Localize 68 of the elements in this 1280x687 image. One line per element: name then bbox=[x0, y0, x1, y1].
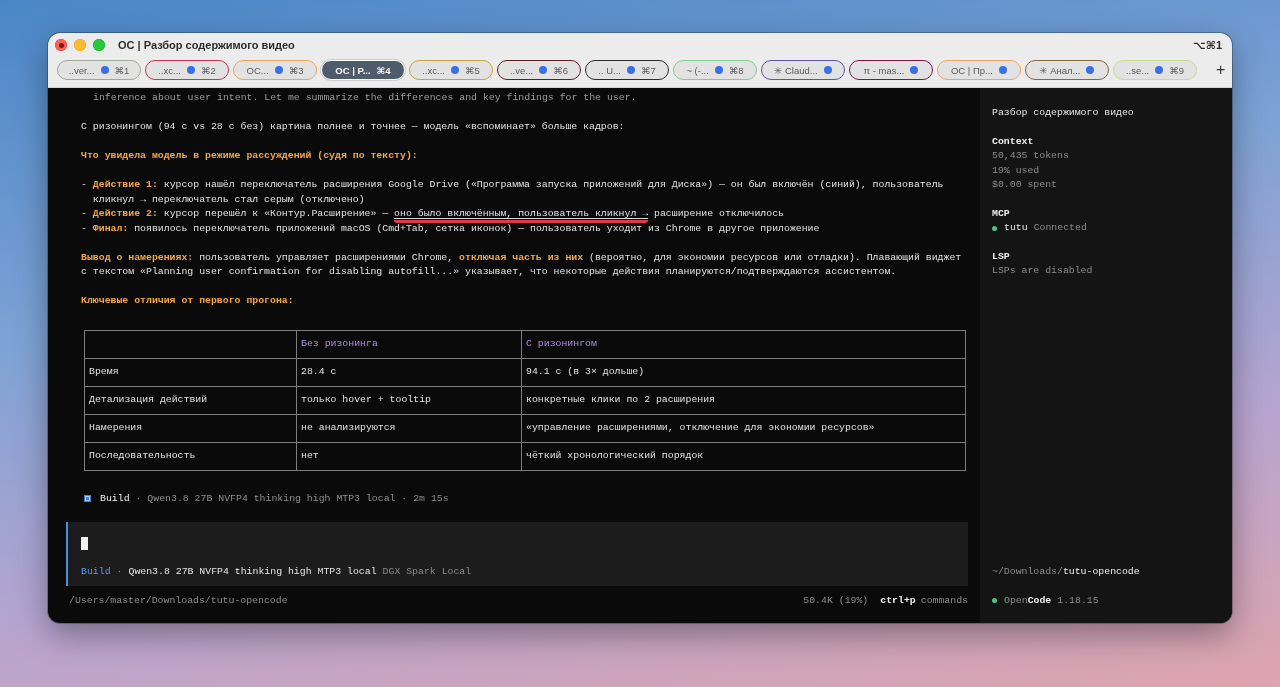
context-usage: 50.4K (19%) bbox=[803, 593, 869, 608]
tab[interactable]: OC... ⌘3 bbox=[233, 60, 317, 80]
working-directory: /Users/master/Downloads/tutu-opencode bbox=[69, 593, 288, 608]
app-name: OpenCode bbox=[1004, 593, 1052, 608]
minimize-button[interactable] bbox=[74, 39, 86, 51]
close-button[interactable] bbox=[55, 39, 67, 51]
zoom-button[interactable] bbox=[93, 39, 105, 51]
section-heading: Ключевые отличия от первого прогона: bbox=[81, 294, 295, 308]
thinking-text: inference about user intent. Let me summarize the differences and key findings for the user. bbox=[92, 91, 638, 105]
run-details: · Qwen3.8 27B NVFP4 thinking high MTP3 local · 2m 15s bbox=[135, 491, 449, 506]
server-status: Connected bbox=[1033, 221, 1087, 235]
tab[interactable]: ✳ Claud... bbox=[761, 60, 845, 80]
tab[interactable]: ..xc... ⌘5 bbox=[409, 60, 493, 80]
message-paragraph: Вывод о намерениях: пользователь управляет расширениями Chrome, отключая часть из них (вероятно, для экономии ресурсов или отладки). Плавающий виджет с текстом «Planning user confirmation for disabling autofill...» указывает, что некоторые действия планируются/подтверждаются ассистентом. bbox=[81, 250, 963, 279]
shortcut-key: ctrl+p bbox=[880, 593, 916, 609]
row-label: Последовательность bbox=[84, 442, 297, 470]
table-cell: нет bbox=[296, 442, 522, 470]
tab[interactable]: OC | Пр... bbox=[937, 60, 1021, 80]
column-header: С ризонингом bbox=[521, 330, 966, 358]
context-stat: 19% used bbox=[992, 163, 1040, 178]
provider-name: DGX Spark Local bbox=[382, 565, 472, 579]
square-icon bbox=[84, 495, 91, 503]
section-heading: Context bbox=[992, 134, 1034, 149]
agent-name: Build bbox=[81, 565, 111, 579]
context-stat: $0.00 spent bbox=[992, 178, 1057, 192]
section-heading: Что увидела модель в режиме рассуждений (судя по тексту): bbox=[81, 149, 419, 163]
tab[interactable]: ..se... ⌘9 bbox=[1113, 60, 1197, 80]
row-label: Намерения bbox=[84, 414, 297, 442]
message-paragraph: С ризонингом (94 с vs 28 с без) картина полнее и точнее — модель «вспоминает» больше кадров: bbox=[81, 120, 626, 134]
window-shortcut: ⌥⌘1 bbox=[1193, 38, 1222, 52]
column-header: Без ризонинга bbox=[296, 330, 522, 358]
tab[interactable]: .. U... ⌘7 bbox=[585, 60, 669, 80]
table-cell: чёткий хронологический порядок bbox=[521, 442, 966, 470]
new-tab-button[interactable]: + bbox=[1213, 61, 1229, 79]
table-cell: не анализируются bbox=[296, 414, 522, 442]
directory-path: ~/Downloads/tutu-opencode bbox=[992, 564, 1140, 579]
agent-name: Build bbox=[100, 491, 130, 506]
list-item: - Финал: появилось переключатель приложений macOS (Cmd+Tab, сетка иконок) — пользователь уходит из Chrome в другое приложение bbox=[81, 221, 821, 236]
tab[interactable]: OC | P... ⌘4 bbox=[321, 60, 405, 80]
model-name: Qwen3.8 27B NVFP4 thinking high MTP3 local bbox=[128, 565, 377, 579]
table-cell: 94.1 с (в 3× дольше) bbox=[521, 358, 966, 386]
separator: · bbox=[116, 565, 123, 579]
table-cell: конкретные клики по 2 расширения bbox=[521, 386, 966, 414]
section-heading: LSP bbox=[992, 249, 1010, 264]
shortcut-label: commands bbox=[920, 593, 968, 608]
tab[interactable]: ..ve... ⌘6 bbox=[497, 60, 581, 80]
list-item: - Действие 1: курсор нашёл переключатель расширения Google Drive («Программа запуска приложений для Диска») — он был включён (синий), пользователь кликнул → переключатель стал серым (отключено) bbox=[81, 178, 945, 207]
server-name: tutu bbox=[1004, 221, 1028, 235]
row-label: Детализация действий bbox=[84, 386, 297, 414]
table-cell: «управление расширениями, отключение для экономии ресурсов» bbox=[521, 414, 966, 442]
tab[interactable]: ✳ Анал... bbox=[1025, 60, 1109, 80]
table-cell: 28.4 с bbox=[296, 358, 522, 386]
tab[interactable]: ~ (-... ⌘8 bbox=[673, 60, 757, 80]
section-heading: MCP bbox=[992, 206, 1010, 221]
list-item: - Действие 2: курсор перешёл к «Контур.Расширение» — оно было включённым, пользователь кликнул → расширение отключилось bbox=[81, 207, 967, 222]
row-label: Время bbox=[84, 358, 297, 386]
session-title: Разбор содержимого видео bbox=[992, 107, 1134, 118]
text-cursor bbox=[81, 537, 88, 550]
app-version: 1.18.15 bbox=[1057, 593, 1099, 608]
lsp-status: LSPs are disabled bbox=[992, 264, 1093, 278]
tab[interactable]: ..ver... ⌘1 bbox=[57, 60, 141, 80]
context-stat: 50,435 tokens bbox=[992, 149, 1069, 163]
tab[interactable]: ..xc... ⌘2 bbox=[145, 60, 229, 80]
table-cell: только hover + tooltip bbox=[296, 386, 522, 414]
status-dot bbox=[992, 598, 997, 604]
window-title: OC | Разбор содержимого видео bbox=[118, 39, 295, 51]
tab[interactable]: π - mas... bbox=[849, 60, 933, 80]
prompt-input[interactable]: Build · Qwen3.8 27B NVFP4 thinking high MTP3 local DGX Spark Local bbox=[66, 522, 968, 586]
